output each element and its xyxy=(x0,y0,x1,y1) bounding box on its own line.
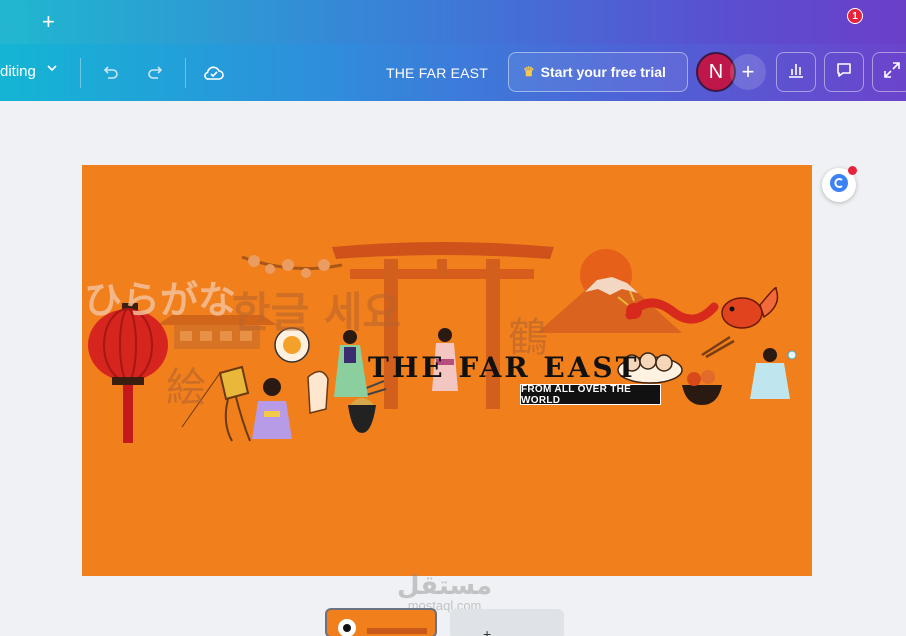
start-free-trial-button[interactable]: ♛ Start your free trial xyxy=(508,52,688,92)
crown-icon: ♛ xyxy=(523,64,535,79)
design-canvas[interactable]: ひらがな 한글 세요 絵 鶴 THE FAR EAST FROM ALL OVE… xyxy=(82,165,812,576)
page-thumbnail-1[interactable] xyxy=(325,608,437,636)
hiragana-text[interactable]: ひらがな xyxy=(84,269,236,324)
redo-icon[interactable] xyxy=(142,59,170,87)
undo-icon[interactable] xyxy=(96,59,124,87)
editor-toolbar: diting THE FAR EAST ♛ Start your free tr… xyxy=(0,44,906,101)
comment-icon xyxy=(834,60,854,85)
cloud-saved-icon[interactable] xyxy=(200,59,228,87)
add-page-icon[interactable]: + xyxy=(483,626,491,636)
bar-chart-icon xyxy=(786,60,806,85)
comments-button[interactable] xyxy=(824,52,864,92)
hanfu-figure-illustration xyxy=(750,348,797,399)
current-tab[interactable]: × xyxy=(0,0,28,44)
add-collaborator-button[interactable]: + xyxy=(730,54,766,90)
insights-button[interactable] xyxy=(776,52,816,92)
noodle-bowl-illustration xyxy=(682,335,735,405)
assistant-notification-dot xyxy=(848,166,857,175)
trial-button-label: Start your free trial xyxy=(540,64,666,80)
add-page-thumbnail[interactable] xyxy=(450,609,564,636)
mount-fuji-illustration xyxy=(537,249,682,333)
new-tab-button[interactable]: + xyxy=(42,10,55,34)
expand-icon xyxy=(882,60,902,85)
finger-heart-hand-illustration xyxy=(307,370,329,414)
toolbar-divider xyxy=(80,58,81,88)
korean-text[interactable]: 한글 세요 xyxy=(232,279,401,340)
comments-count-badge: 1 xyxy=(847,8,863,24)
kanji-e-text[interactable]: 絵 xyxy=(166,355,206,413)
dragon-illustration xyxy=(617,290,719,324)
hanbok-woman-illustration xyxy=(334,330,368,397)
watermark: مستقل mostaql.com xyxy=(397,573,492,613)
editing-mode-label[interactable]: diting xyxy=(0,63,36,80)
document-title[interactable]: THE FAR EAST xyxy=(386,65,488,81)
browser-tab-strip: × + xyxy=(0,0,906,44)
banner-title[interactable]: THE FAR EAST xyxy=(368,351,639,384)
assistant-icon xyxy=(828,172,850,199)
toolbar-divider xyxy=(185,58,186,88)
goldfish-illustration xyxy=(721,287,779,329)
chevron-down-icon[interactable] xyxy=(46,62,58,77)
present-button[interactable] xyxy=(872,52,906,92)
watermark-logo-text: مستقل xyxy=(397,571,493,601)
banner-subtitle[interactable]: FROM ALL OVER THE WORLD xyxy=(520,384,661,406)
cherry-blossom-illustration xyxy=(241,255,343,278)
kimono-girl-illustration xyxy=(252,378,292,439)
close-tab-icon[interactable]: × xyxy=(0,14,1,30)
thumbnail-preview xyxy=(338,619,427,636)
red-lantern-illustration xyxy=(88,303,168,443)
